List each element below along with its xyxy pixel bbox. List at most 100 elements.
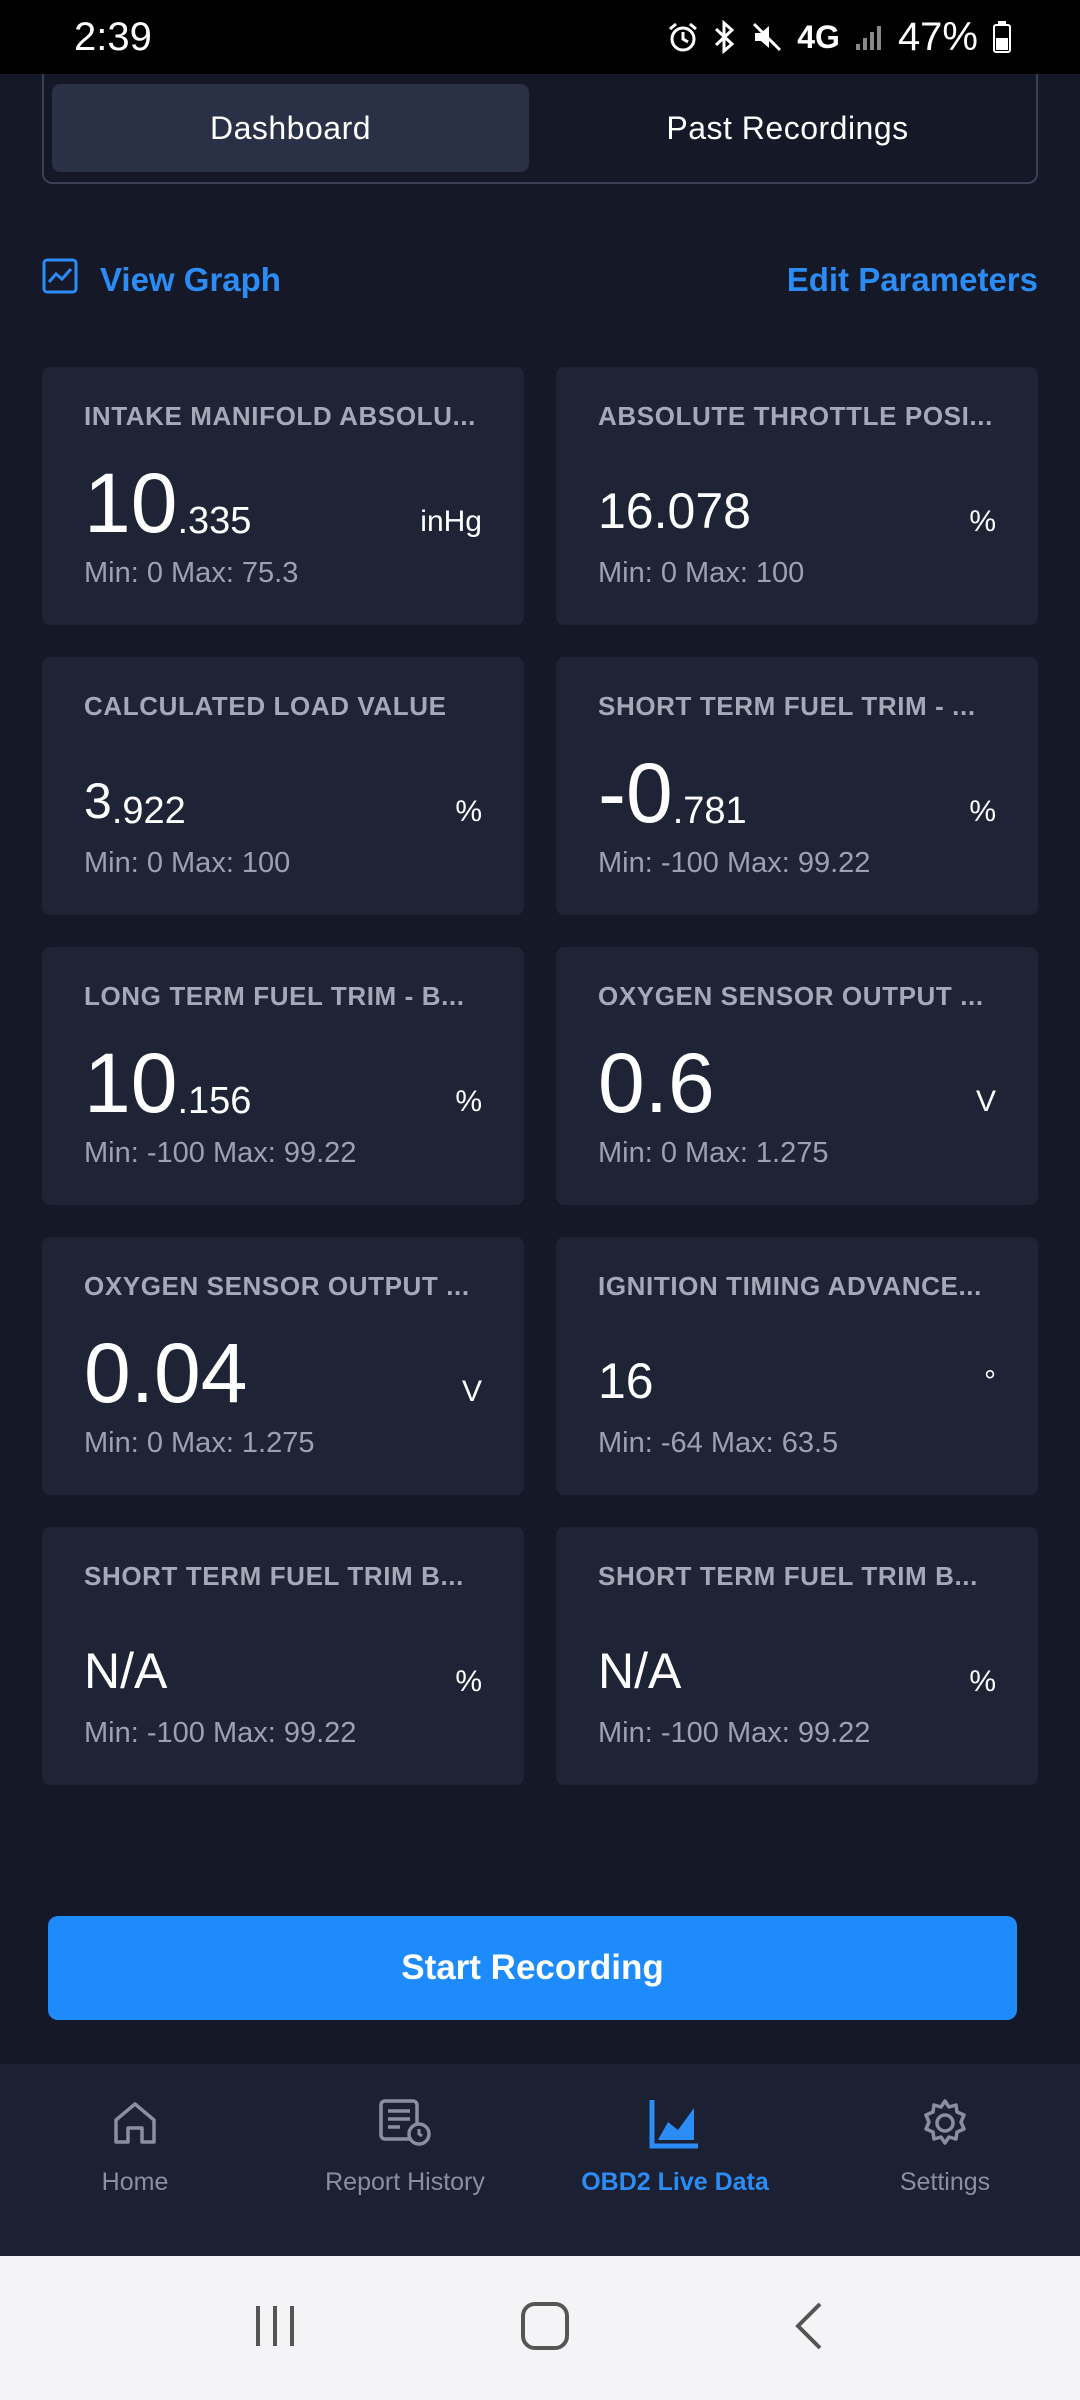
card-value: N/A xyxy=(598,1615,681,1705)
parameter-card[interactable]: SHORT TERM FUEL TRIM B... N/A % Min: -10… xyxy=(42,1527,524,1785)
value-decimal: .335 xyxy=(177,500,252,542)
parameter-card[interactable]: IGNITION TIMING ADVANCE... 16 ° Min: -64… xyxy=(556,1237,1038,1495)
parameter-card[interactable]: OXYGEN SENSOR OUTPUT ... 0.6 V Min: 0 Ma… xyxy=(556,947,1038,1205)
value-decimal: .781 xyxy=(672,790,747,832)
status-time: 2:39 xyxy=(74,14,152,59)
value-integer: N/A xyxy=(84,1643,168,1699)
card-title: SHORT TERM FUEL TRIM B... xyxy=(84,1561,464,1591)
value-integer: 0.04 xyxy=(84,1326,248,1420)
card-min-max: Min: -100 Max: 99.22 xyxy=(598,847,871,879)
live-data-chart-icon xyxy=(648,2088,702,2158)
parameter-card[interactable]: INTAKE MANIFOLD ABSOLU... 10 .335 inHg M… xyxy=(42,367,524,625)
alarm-icon xyxy=(667,21,699,53)
parameter-card[interactable]: SHORT TERM FUEL TRIM B... N/A % Min: -10… xyxy=(556,1527,1038,1785)
battery-percent: 47% xyxy=(897,14,978,59)
tab-dashboard[interactable]: Dashboard xyxy=(52,84,529,172)
card-unit: ° xyxy=(984,1365,996,1398)
card-value: 16 xyxy=(598,1325,654,1415)
status-bar: 2:39 4G 47% xyxy=(0,0,1080,74)
graph-icon xyxy=(42,258,78,302)
nav-settings[interactable]: Settings xyxy=(810,2064,1080,2256)
card-title: OXYGEN SENSOR OUTPUT ... xyxy=(84,1271,470,1301)
value-integer: 0.6 xyxy=(598,1036,715,1130)
home-button-icon[interactable] xyxy=(519,2300,571,2357)
value-integer: -0 xyxy=(598,746,673,840)
parameters-grid: INTAKE MANIFOLD ABSOLU... 10 .335 inHg M… xyxy=(42,367,1038,1785)
value-integer: 10 xyxy=(84,456,178,550)
card-min-max: Min: 0 Max: 1.275 xyxy=(598,1137,829,1169)
card-value: 3 .922 xyxy=(84,745,186,835)
parameter-card[interactable]: LONG TERM FUEL TRIM - B... 10 .156 % Min… xyxy=(42,947,524,1205)
card-unit: inHg xyxy=(420,505,482,538)
system-navigation-bar xyxy=(0,2256,1080,2400)
card-value: N/A xyxy=(84,1615,167,1705)
card-value: 10 .156 xyxy=(84,1035,251,1125)
card-value: 10 .335 xyxy=(84,455,251,545)
card-title: CALCULATED LOAD VALUE xyxy=(84,691,447,721)
edit-parameters-button[interactable]: Edit Parameters xyxy=(787,261,1038,299)
value-decimal: .922 xyxy=(111,790,186,832)
card-title: ABSOLUTE THROTTLE POSI... xyxy=(598,401,993,431)
parameter-card[interactable]: ABSOLUTE THROTTLE POSI... 16.078 % Min: … xyxy=(556,367,1038,625)
bluetooth-icon xyxy=(713,20,737,54)
value-integer: 3 xyxy=(84,773,112,829)
card-unit: V xyxy=(975,1085,996,1118)
card-value: 0.6 xyxy=(598,1035,715,1125)
parameter-card[interactable]: CALCULATED LOAD VALUE 3 .922 % Min: 0 Ma… xyxy=(42,657,524,915)
signal-icon xyxy=(854,22,884,52)
nav-obd2-live-data-label: OBD2 Live Data xyxy=(581,2168,769,2196)
card-title: INTAKE MANIFOLD ABSOLU... xyxy=(84,401,476,431)
value-integer: N/A xyxy=(598,1643,682,1699)
status-icons: 4G 47% xyxy=(667,15,1012,60)
card-value: 0.04 xyxy=(84,1325,248,1415)
parameter-card[interactable]: SHORT TERM FUEL TRIM - ... -0 .781 % Min… xyxy=(556,657,1038,915)
start-recording-button[interactable]: Start Recording xyxy=(48,1916,1017,2020)
card-title: SHORT TERM FUEL TRIM - ... xyxy=(598,691,976,721)
card-title: OXYGEN SENSOR OUTPUT ... xyxy=(598,981,984,1011)
nav-report-history[interactable]: Report History xyxy=(270,2064,540,2256)
back-icon[interactable] xyxy=(790,2300,830,2357)
card-min-max: Min: 0 Max: 1.275 xyxy=(84,1427,315,1459)
nav-home[interactable]: Home xyxy=(0,2064,270,2256)
nav-settings-label: Settings xyxy=(899,2168,991,2196)
tab-past-recordings[interactable]: Past Recordings xyxy=(549,84,1026,172)
parameter-card[interactable]: OXYGEN SENSOR OUTPUT ... 0.04 V Min: 0 M… xyxy=(42,1237,524,1495)
card-unit: % xyxy=(969,505,996,538)
view-graph-button[interactable]: View Graph xyxy=(42,258,281,302)
actions-row: View Graph Edit Parameters xyxy=(42,250,1038,310)
bottom-nav: Home Report History OBD2 Live Data Setti… xyxy=(0,2064,1080,2256)
card-unit: % xyxy=(969,795,996,828)
card-min-max: Min: -100 Max: 99.22 xyxy=(598,1717,871,1749)
nav-obd2-live-data[interactable]: OBD2 Live Data xyxy=(540,2064,810,2256)
nav-report-history-label: Report History xyxy=(325,2168,485,2196)
card-title: SHORT TERM FUEL TRIM B... xyxy=(598,1561,978,1591)
card-title: LONG TERM FUEL TRIM - B... xyxy=(84,981,465,1011)
card-min-max: Min: 0 Max: 100 xyxy=(598,557,805,589)
card-min-max: Min: -100 Max: 99.22 xyxy=(84,1717,357,1749)
mute-icon xyxy=(751,21,783,53)
card-unit: % xyxy=(455,1085,482,1118)
card-unit: % xyxy=(969,1665,996,1698)
view-segmented-control: Dashboard Past Recordings xyxy=(42,74,1038,184)
value-integer: 16.078 xyxy=(598,483,751,539)
card-min-max: Min: -64 Max: 63.5 xyxy=(598,1427,839,1459)
card-value: -0 .781 xyxy=(598,745,747,835)
card-value: 16.078 xyxy=(598,455,751,545)
card-min-max: Min: 0 Max: 75.3 xyxy=(84,557,299,589)
card-min-max: Min: -100 Max: 99.22 xyxy=(84,1137,357,1169)
recent-apps-icon[interactable] xyxy=(250,2301,300,2356)
value-integer: 16 xyxy=(598,1353,654,1409)
battery-icon xyxy=(992,20,1012,54)
nav-home-label: Home xyxy=(101,2168,169,2196)
card-min-max: Min: 0 Max: 100 xyxy=(84,847,291,879)
card-unit: % xyxy=(455,1665,482,1698)
view-graph-label: View Graph xyxy=(100,261,281,298)
card-unit: % xyxy=(455,795,482,828)
home-icon xyxy=(110,2088,160,2158)
value-integer: 10 xyxy=(84,1036,178,1130)
card-title: IGNITION TIMING ADVANCE... xyxy=(598,1271,982,1301)
report-history-icon xyxy=(377,2088,433,2158)
gear-icon xyxy=(919,2088,971,2158)
value-decimal: .156 xyxy=(177,1080,252,1122)
network-type-label: 4G xyxy=(797,18,840,55)
